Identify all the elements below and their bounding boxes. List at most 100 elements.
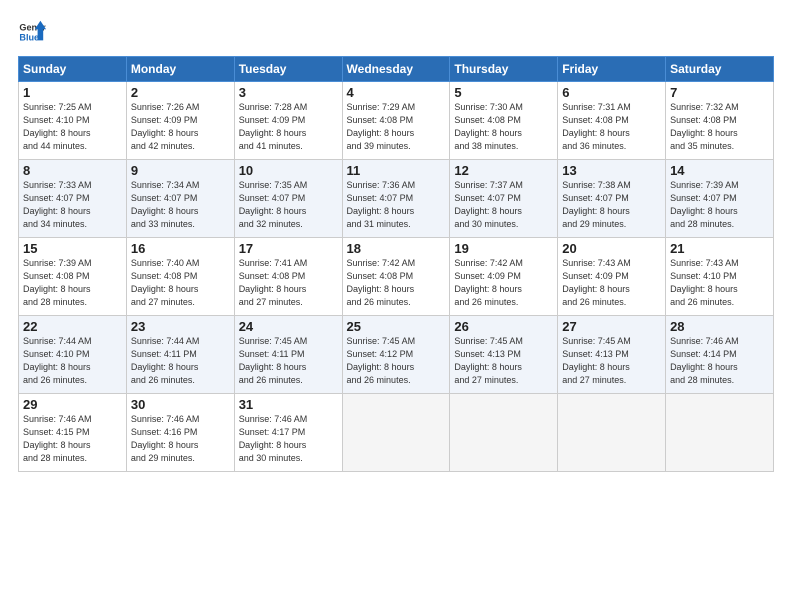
calendar-cell: 20Sunrise: 7:43 AMSunset: 4:09 PMDayligh…: [558, 238, 666, 316]
day-details: Sunrise: 7:45 AMSunset: 4:13 PMDaylight:…: [454, 335, 553, 387]
calendar-header-thursday: Thursday: [450, 57, 558, 82]
calendar-cell: 15Sunrise: 7:39 AMSunset: 4:08 PMDayligh…: [19, 238, 127, 316]
page: General Blue SundayMondayTuesdayWednesda…: [0, 0, 792, 612]
calendar-header-wednesday: Wednesday: [342, 57, 450, 82]
day-details: Sunrise: 7:45 AMSunset: 4:13 PMDaylight:…: [562, 335, 661, 387]
calendar-cell: 8Sunrise: 7:33 AMSunset: 4:07 PMDaylight…: [19, 160, 127, 238]
day-number: 22: [23, 319, 122, 334]
header: General Blue: [18, 18, 774, 46]
calendar-cell: 22Sunrise: 7:44 AMSunset: 4:10 PMDayligh…: [19, 316, 127, 394]
day-details: Sunrise: 7:35 AMSunset: 4:07 PMDaylight:…: [239, 179, 338, 231]
day-details: Sunrise: 7:32 AMSunset: 4:08 PMDaylight:…: [670, 101, 769, 153]
calendar-cell: 28Sunrise: 7:46 AMSunset: 4:14 PMDayligh…: [666, 316, 774, 394]
day-details: Sunrise: 7:46 AMSunset: 4:14 PMDaylight:…: [670, 335, 769, 387]
day-details: Sunrise: 7:25 AMSunset: 4:10 PMDaylight:…: [23, 101, 122, 153]
day-number: 9: [131, 163, 230, 178]
day-number: 11: [347, 163, 446, 178]
svg-text:Blue: Blue: [19, 32, 39, 42]
calendar-cell: 9Sunrise: 7:34 AMSunset: 4:07 PMDaylight…: [126, 160, 234, 238]
day-details: Sunrise: 7:43 AMSunset: 4:09 PMDaylight:…: [562, 257, 661, 309]
day-number: 16: [131, 241, 230, 256]
day-number: 1: [23, 85, 122, 100]
day-details: Sunrise: 7:45 AMSunset: 4:11 PMDaylight:…: [239, 335, 338, 387]
calendar-cell: 18Sunrise: 7:42 AMSunset: 4:08 PMDayligh…: [342, 238, 450, 316]
day-details: Sunrise: 7:39 AMSunset: 4:07 PMDaylight:…: [670, 179, 769, 231]
day-number: 20: [562, 241, 661, 256]
day-details: Sunrise: 7:39 AMSunset: 4:08 PMDaylight:…: [23, 257, 122, 309]
day-details: Sunrise: 7:28 AMSunset: 4:09 PMDaylight:…: [239, 101, 338, 153]
day-details: Sunrise: 7:44 AMSunset: 4:10 PMDaylight:…: [23, 335, 122, 387]
day-details: Sunrise: 7:46 AMSunset: 4:16 PMDaylight:…: [131, 413, 230, 465]
day-number: 29: [23, 397, 122, 412]
calendar-week-4: 22Sunrise: 7:44 AMSunset: 4:10 PMDayligh…: [19, 316, 774, 394]
day-number: 13: [562, 163, 661, 178]
day-number: 7: [670, 85, 769, 100]
day-number: 27: [562, 319, 661, 334]
day-number: 4: [347, 85, 446, 100]
day-details: Sunrise: 7:31 AMSunset: 4:08 PMDaylight:…: [562, 101, 661, 153]
day-number: 21: [670, 241, 769, 256]
calendar-week-2: 8Sunrise: 7:33 AMSunset: 4:07 PMDaylight…: [19, 160, 774, 238]
calendar-cell: 25Sunrise: 7:45 AMSunset: 4:12 PMDayligh…: [342, 316, 450, 394]
calendar-cell: 14Sunrise: 7:39 AMSunset: 4:07 PMDayligh…: [666, 160, 774, 238]
calendar-cell: 31Sunrise: 7:46 AMSunset: 4:17 PMDayligh…: [234, 394, 342, 472]
day-number: 30: [131, 397, 230, 412]
day-number: 8: [23, 163, 122, 178]
calendar-cell: 13Sunrise: 7:38 AMSunset: 4:07 PMDayligh…: [558, 160, 666, 238]
day-details: Sunrise: 7:41 AMSunset: 4:08 PMDaylight:…: [239, 257, 338, 309]
day-number: 23: [131, 319, 230, 334]
calendar-cell: 29Sunrise: 7:46 AMSunset: 4:15 PMDayligh…: [19, 394, 127, 472]
day-details: Sunrise: 7:42 AMSunset: 4:09 PMDaylight:…: [454, 257, 553, 309]
calendar-cell: 2Sunrise: 7:26 AMSunset: 4:09 PMDaylight…: [126, 82, 234, 160]
calendar-cell: [666, 394, 774, 472]
calendar-cell: 10Sunrise: 7:35 AMSunset: 4:07 PMDayligh…: [234, 160, 342, 238]
calendar-cell: 5Sunrise: 7:30 AMSunset: 4:08 PMDaylight…: [450, 82, 558, 160]
calendar-cell: 11Sunrise: 7:36 AMSunset: 4:07 PMDayligh…: [342, 160, 450, 238]
calendar-cell: 12Sunrise: 7:37 AMSunset: 4:07 PMDayligh…: [450, 160, 558, 238]
calendar-week-1: 1Sunrise: 7:25 AMSunset: 4:10 PMDaylight…: [19, 82, 774, 160]
calendar-week-5: 29Sunrise: 7:46 AMSunset: 4:15 PMDayligh…: [19, 394, 774, 472]
calendar-header-row: SundayMondayTuesdayWednesdayThursdayFrid…: [19, 57, 774, 82]
logo: General Blue: [18, 18, 46, 46]
day-number: 10: [239, 163, 338, 178]
day-number: 2: [131, 85, 230, 100]
calendar-cell: 6Sunrise: 7:31 AMSunset: 4:08 PMDaylight…: [558, 82, 666, 160]
day-number: 6: [562, 85, 661, 100]
day-details: Sunrise: 7:29 AMSunset: 4:08 PMDaylight:…: [347, 101, 446, 153]
calendar-header-friday: Friday: [558, 57, 666, 82]
calendar-cell: 21Sunrise: 7:43 AMSunset: 4:10 PMDayligh…: [666, 238, 774, 316]
day-number: 31: [239, 397, 338, 412]
day-number: 25: [347, 319, 446, 334]
day-details: Sunrise: 7:36 AMSunset: 4:07 PMDaylight:…: [347, 179, 446, 231]
day-number: 28: [670, 319, 769, 334]
day-details: Sunrise: 7:26 AMSunset: 4:09 PMDaylight:…: [131, 101, 230, 153]
day-number: 24: [239, 319, 338, 334]
day-details: Sunrise: 7:38 AMSunset: 4:07 PMDaylight:…: [562, 179, 661, 231]
logo-icon: General Blue: [18, 18, 46, 46]
day-details: Sunrise: 7:46 AMSunset: 4:15 PMDaylight:…: [23, 413, 122, 465]
day-details: Sunrise: 7:34 AMSunset: 4:07 PMDaylight:…: [131, 179, 230, 231]
calendar-cell: 17Sunrise: 7:41 AMSunset: 4:08 PMDayligh…: [234, 238, 342, 316]
calendar-week-3: 15Sunrise: 7:39 AMSunset: 4:08 PMDayligh…: [19, 238, 774, 316]
calendar-cell: [342, 394, 450, 472]
day-details: Sunrise: 7:42 AMSunset: 4:08 PMDaylight:…: [347, 257, 446, 309]
calendar-table: SundayMondayTuesdayWednesdayThursdayFrid…: [18, 56, 774, 472]
calendar-cell: 19Sunrise: 7:42 AMSunset: 4:09 PMDayligh…: [450, 238, 558, 316]
calendar-header-sunday: Sunday: [19, 57, 127, 82]
calendar-cell: 26Sunrise: 7:45 AMSunset: 4:13 PMDayligh…: [450, 316, 558, 394]
day-number: 14: [670, 163, 769, 178]
calendar-cell: [450, 394, 558, 472]
day-number: 3: [239, 85, 338, 100]
calendar-cell: 4Sunrise: 7:29 AMSunset: 4:08 PMDaylight…: [342, 82, 450, 160]
calendar-cell: 7Sunrise: 7:32 AMSunset: 4:08 PMDaylight…: [666, 82, 774, 160]
day-details: Sunrise: 7:46 AMSunset: 4:17 PMDaylight:…: [239, 413, 338, 465]
calendar-cell: 30Sunrise: 7:46 AMSunset: 4:16 PMDayligh…: [126, 394, 234, 472]
calendar-cell: 23Sunrise: 7:44 AMSunset: 4:11 PMDayligh…: [126, 316, 234, 394]
calendar-header-monday: Monday: [126, 57, 234, 82]
calendar-cell: 16Sunrise: 7:40 AMSunset: 4:08 PMDayligh…: [126, 238, 234, 316]
day-details: Sunrise: 7:37 AMSunset: 4:07 PMDaylight:…: [454, 179, 553, 231]
day-details: Sunrise: 7:30 AMSunset: 4:08 PMDaylight:…: [454, 101, 553, 153]
calendar-cell: 3Sunrise: 7:28 AMSunset: 4:09 PMDaylight…: [234, 82, 342, 160]
day-details: Sunrise: 7:43 AMSunset: 4:10 PMDaylight:…: [670, 257, 769, 309]
calendar-cell: [558, 394, 666, 472]
